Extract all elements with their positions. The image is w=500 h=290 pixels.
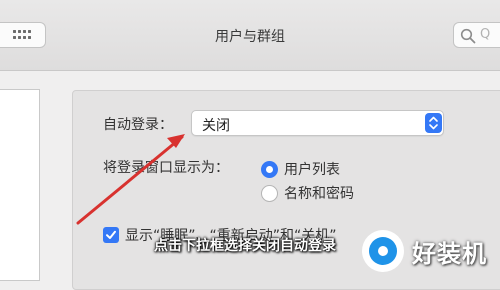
dropdown-stepper[interactable]	[425, 113, 442, 133]
radio-name-and-password[interactable]	[261, 185, 278, 202]
user-list[interactable]	[0, 89, 40, 281]
auto-login-dropdown[interactable]: 关闭	[191, 110, 444, 136]
checkmark-icon	[106, 230, 116, 239]
auto-login-label: 自动登录：	[103, 117, 173, 133]
toolbar: 用户与群组 Q	[0, 0, 500, 71]
window-title: 用户与群组	[215, 29, 285, 45]
tutorial-caption: 点击下拉框选择关闭自动登录	[154, 238, 336, 254]
radio-name-and-password-label: 名称和密码	[284, 186, 354, 202]
show-sleep-restart-shutdown-checkbox[interactable]	[103, 227, 119, 243]
watermark-circle-icon	[362, 230, 404, 272]
search-placeholder: Q	[480, 27, 491, 42]
radio-user-list-label: 用户列表	[284, 162, 340, 178]
updown-chevron-icon	[429, 116, 438, 130]
search-icon	[460, 28, 476, 44]
auto-login-value: 关闭	[202, 118, 230, 134]
watermark-logo: 好装机	[358, 228, 500, 278]
radio-user-list[interactable]	[261, 161, 278, 178]
search-field[interactable]: Q	[453, 22, 500, 48]
login-window-display-label: 将登录窗口显示为：	[103, 160, 229, 176]
watermark-text: 好装机	[412, 240, 487, 268]
